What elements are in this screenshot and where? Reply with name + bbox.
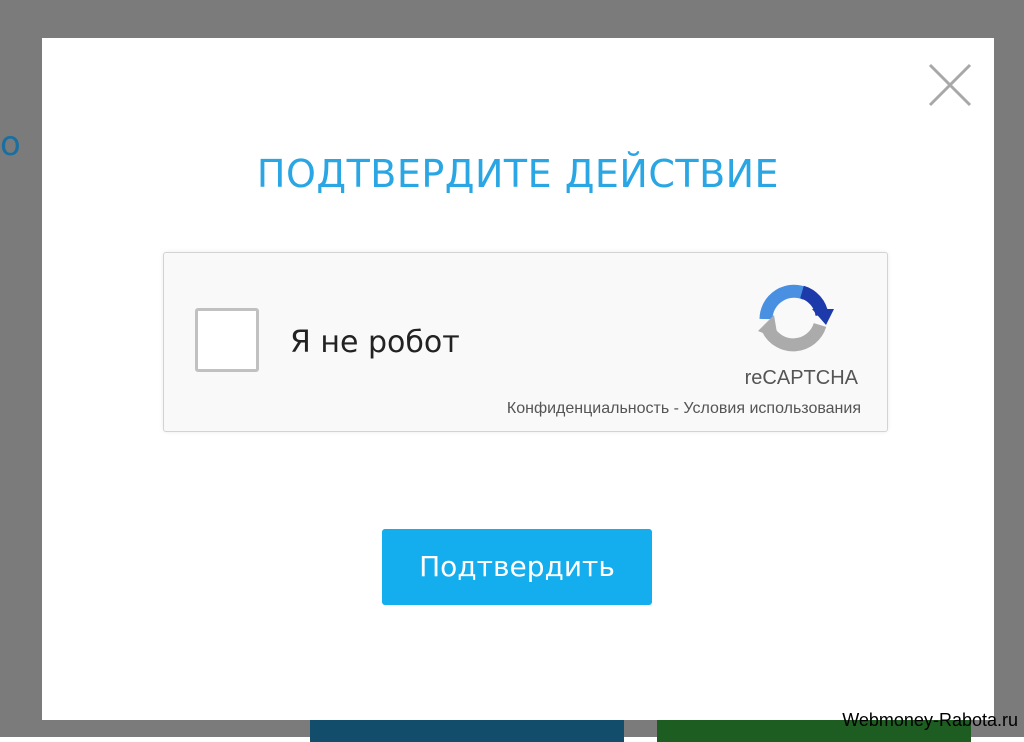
recaptcha-widget: Я не робот reCAPTCHA Конфиденциальность … [163,252,888,432]
watermark: Webmoney-Rabota.ru [842,710,1018,730]
modal-title: ПОДТВЕРДИТЕ ДЕЙСТВИЕ [256,152,780,196]
privacy-link[interactable]: Конфиденциальность [507,400,669,417]
not-robot-label[interactable]: Я не робот [290,323,460,363]
links-separator: - [669,400,684,417]
not-robot-checkbox[interactable] [195,308,259,372]
recaptcha-links: Конфиденциальность - Условия использован… [507,398,861,420]
background-partial-text: o [0,124,21,164]
close-icon [928,63,972,107]
confirm-button[interactable]: Подтвердить [382,529,652,605]
close-button[interactable] [925,60,975,110]
terms-link[interactable]: Условия использования [683,400,861,417]
recaptcha-logo-icon [758,284,834,352]
recaptcha-brand-label: reCAPTCHA [744,367,858,389]
